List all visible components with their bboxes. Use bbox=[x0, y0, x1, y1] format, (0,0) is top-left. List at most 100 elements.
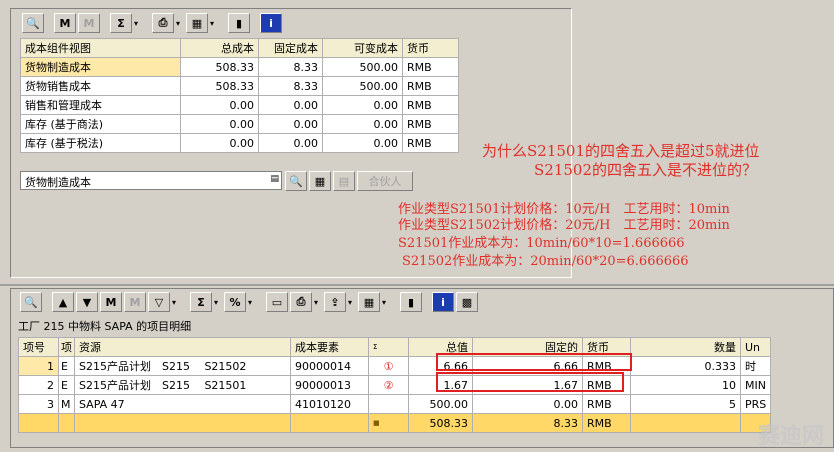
col-header[interactable]: 成本要素 bbox=[290, 337, 369, 357]
print-preview-icon[interactable]: ▭ bbox=[266, 292, 288, 312]
table-row[interactable]: 3 M SAPA 47 41010120 500.00 0.00 RMB 5 P… bbox=[18, 394, 772, 414]
cell: 库存 (基于税法) bbox=[20, 133, 181, 153]
chevron-down-icon[interactable]: ▾ bbox=[248, 292, 256, 312]
cell: RMB bbox=[402, 95, 459, 115]
cell: RMB bbox=[402, 133, 459, 153]
chevron-down-icon[interactable]: ▤ bbox=[270, 174, 279, 184]
col-header[interactable]: 项 bbox=[58, 337, 75, 357]
info-annotation: S21501作业成本为：10min/60*10=1.666666 bbox=[398, 236, 685, 251]
cell: S215产品计划 S215 S21502 bbox=[74, 356, 291, 376]
info-icon[interactable]: i bbox=[432, 292, 454, 312]
col-header[interactable]: 可变成本 bbox=[322, 38, 403, 58]
find-icon[interactable]: M bbox=[100, 292, 122, 312]
chevron-down-icon[interactable]: ▾ bbox=[214, 292, 222, 312]
table-row[interactable]: 销售和管理成本 0.00 0.00 0.00 RMB bbox=[20, 95, 459, 115]
col-header[interactable]: Σ bbox=[368, 337, 409, 357]
details-icon[interactable]: 🔍 bbox=[20, 292, 42, 312]
chart-icon[interactable]: ▮ bbox=[400, 292, 422, 312]
chart-icon[interactable]: ▮ bbox=[228, 13, 250, 33]
cell: S215产品计划 S215 S21501 bbox=[74, 375, 291, 395]
question-annotation: 为什么S21501的四舍五入是超过5就进位 bbox=[482, 142, 760, 160]
cell: E bbox=[58, 356, 75, 376]
cell: 0.00 bbox=[180, 95, 259, 115]
cost-component-table: 成本组件视图 总成本 固定成本 可变成本 货币 货物制造成本 508.33 8.… bbox=[20, 38, 459, 153]
subtotal-icon[interactable]: % bbox=[224, 292, 246, 312]
cell: RMB bbox=[582, 394, 631, 414]
table-row[interactable]: 货物制造成本 508.33 8.33 500.00 RMB bbox=[20, 57, 459, 77]
partner-button[interactable]: 合伙人 bbox=[357, 171, 413, 191]
cost-view-select[interactable]: 货物制造成本 ▤ bbox=[20, 171, 282, 190]
sum-icon[interactable]: Σ bbox=[190, 292, 212, 312]
layout-icon[interactable]: ▦ bbox=[358, 292, 380, 312]
cell: 0.00 bbox=[322, 133, 403, 153]
chevron-down-icon[interactable]: ▾ bbox=[210, 13, 218, 33]
col-header[interactable]: 数量 bbox=[630, 337, 741, 357]
find-icon[interactable]: M bbox=[54, 13, 76, 33]
marker-1: ① bbox=[368, 356, 409, 376]
col-header[interactable]: 项号 bbox=[18, 337, 59, 357]
find-next-icon[interactable]: M bbox=[124, 292, 146, 312]
hierarchy-icon[interactable]: ▤ bbox=[333, 171, 355, 191]
top-toolbar: 🔍 M M Σ ▾ ⎙ ▾ ▦ ▾ ▮ i bbox=[22, 11, 282, 35]
info-icon[interactable]: i bbox=[260, 13, 282, 33]
cell bbox=[290, 413, 369, 433]
detail-title: 工厂 215 中物料 SAPA 的项目明细 bbox=[18, 320, 192, 333]
export-icon[interactable]: ⇪ bbox=[324, 292, 346, 312]
cell: 8.33 bbox=[258, 57, 323, 77]
col-header[interactable]: 成本组件视图 bbox=[20, 38, 181, 58]
cell: M bbox=[58, 394, 75, 414]
print-icon[interactable]: ⎙ bbox=[290, 292, 312, 312]
cell: 2 bbox=[18, 375, 59, 395]
table-row[interactable]: 库存 (基于商法) 0.00 0.00 0.00 RMB bbox=[20, 114, 459, 134]
cell: 5 bbox=[630, 394, 741, 414]
cell: MIN bbox=[739, 375, 772, 395]
sum-icon[interactable]: Σ bbox=[110, 13, 132, 33]
highlight-box-2 bbox=[436, 372, 624, 392]
chevron-down-icon[interactable]: ▾ bbox=[176, 13, 184, 33]
print-icon[interactable]: ⎙ bbox=[152, 13, 174, 33]
table-row[interactable]: 1 E S215产品计划 S215 S21502 90000014 ① 6.66… bbox=[18, 356, 772, 376]
cell: 货物销售成本 bbox=[20, 76, 181, 96]
filter-icon[interactable]: ▽ bbox=[148, 292, 170, 312]
calculator-icon[interactable]: ▩ bbox=[456, 292, 478, 312]
col-header[interactable]: Un bbox=[739, 337, 772, 357]
col-header[interactable]: 货币 bbox=[402, 38, 459, 58]
cell: 0.00 bbox=[322, 114, 403, 134]
col-header[interactable]: 总成本 bbox=[180, 38, 259, 58]
cell bbox=[18, 413, 59, 433]
cell: 508.33 bbox=[180, 57, 259, 77]
sort-ascending-icon[interactable]: ▲ bbox=[52, 292, 74, 312]
find-next-icon[interactable]: M bbox=[78, 13, 100, 33]
chevron-down-icon[interactable]: ▾ bbox=[314, 292, 322, 312]
cell: SAPA 47 bbox=[74, 394, 291, 414]
grid-icon[interactable]: ▦ bbox=[309, 171, 331, 191]
cell: 0.00 bbox=[258, 95, 323, 115]
chevron-down-icon[interactable]: ▾ bbox=[172, 292, 180, 312]
cell: 0.00 bbox=[180, 133, 259, 153]
item-detail-table: 项号 项 资源 成本要素 Σ 总值 固定的 货币 数量 Un 1 E S215产… bbox=[18, 337, 772, 433]
cell: PRS bbox=[739, 394, 772, 414]
cell bbox=[368, 394, 409, 414]
total-currency: RMB bbox=[582, 413, 631, 433]
col-header[interactable]: 资源 bbox=[74, 337, 291, 357]
cell: 1 bbox=[18, 356, 59, 376]
details-icon[interactable]: 🔍 bbox=[22, 13, 44, 33]
info-annotation: 作业类型S21502计划价格：20元/H 工艺用时：20min bbox=[398, 218, 730, 233]
chevron-down-icon[interactable]: ▾ bbox=[382, 292, 390, 312]
sum-marker: ■ bbox=[368, 413, 409, 433]
table-row[interactable]: 货物销售成本 508.33 8.33 500.00 RMB bbox=[20, 76, 459, 96]
table-header: 成本组件视图 总成本 固定成本 可变成本 货币 bbox=[20, 38, 459, 58]
details-icon[interactable]: 🔍 bbox=[285, 171, 307, 191]
layout-icon[interactable]: ▦ bbox=[186, 13, 208, 33]
table-row[interactable]: 2 E S215产品计划 S215 S21501 90000013 ② 1.67… bbox=[18, 375, 772, 395]
table-row[interactable]: 库存 (基于税法) 0.00 0.00 0.00 RMB bbox=[20, 133, 459, 153]
cell: 90000014 bbox=[290, 356, 369, 376]
sort-descending-icon[interactable]: ▼ bbox=[76, 292, 98, 312]
chevron-down-icon[interactable]: ▾ bbox=[134, 13, 142, 33]
cell: 500.00 bbox=[322, 76, 403, 96]
cell: 41010120 bbox=[290, 394, 369, 414]
cell: 500.00 bbox=[322, 57, 403, 77]
chevron-down-icon[interactable]: ▾ bbox=[348, 292, 356, 312]
col-header[interactable]: 固定成本 bbox=[258, 38, 323, 58]
cell: 500.00 bbox=[408, 394, 473, 414]
